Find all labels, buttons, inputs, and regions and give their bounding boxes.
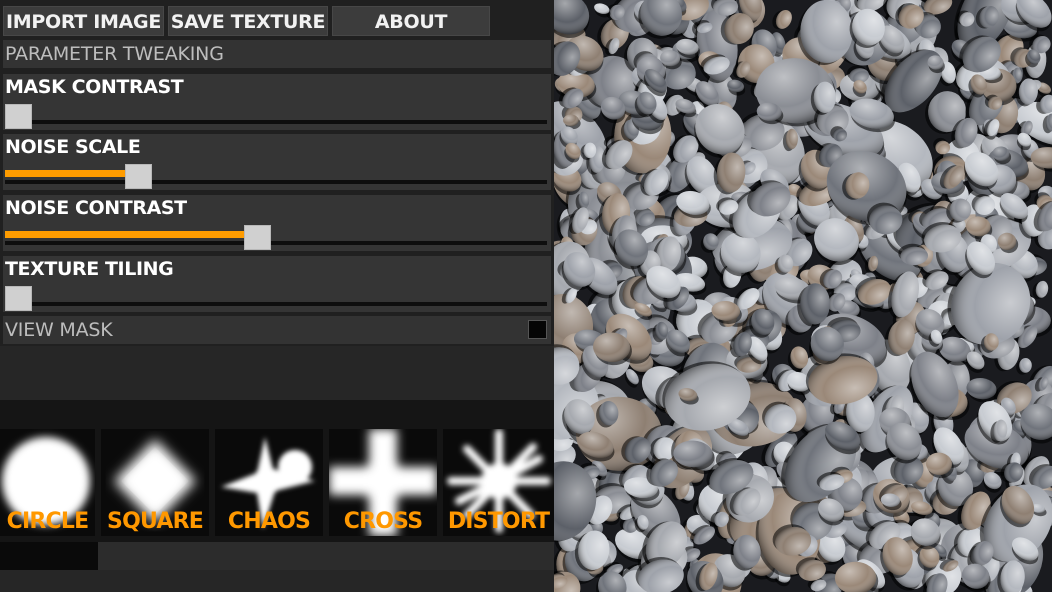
progress-bar-fill — [0, 542, 98, 570]
distort-shape-button[interactable]: DISTORT — [443, 429, 554, 536]
circle-shape-label: CIRCLE — [6, 509, 89, 534]
texture-tiling-label: TEXTURE TILING — [5, 258, 174, 280]
slider-track[interactable] — [5, 120, 547, 124]
parameter-tweaking-header: PARAMETER TWEAKING — [3, 40, 551, 68]
progress-bar — [0, 542, 554, 570]
distort-shape-label: DISTORT — [447, 509, 550, 534]
noise-contrast-slider[interactable]: NOISE CONTRAST — [3, 195, 551, 251]
texture-tiling-slider[interactable]: TEXTURE TILING — [3, 256, 551, 312]
slider-thumb[interactable] — [124, 164, 152, 189]
slider-fill — [5, 231, 247, 238]
noise-scale-label: NOISE SCALE — [5, 136, 141, 158]
noise-scale-slider[interactable]: NOISE SCALE — [3, 134, 551, 190]
texture-preview[interactable] — [554, 0, 1052, 592]
circle-shape-button[interactable]: CIRCLE — [0, 429, 95, 536]
import-image-button[interactable]: IMPORT IMAGE — [3, 6, 164, 36]
slider-track[interactable] — [5, 180, 547, 184]
cross-shape-label: CROSS — [343, 509, 423, 534]
chaos-shape-label: CHAOS — [227, 509, 311, 534]
view-mask-label: VIEW MASK — [5, 319, 113, 341]
slider-thumb[interactable] — [5, 286, 32, 311]
cross-shape-button[interactable]: CROSS — [329, 429, 437, 536]
slider-track[interactable] — [5, 302, 547, 306]
slider-thumb[interactable] — [244, 225, 272, 250]
pebble-texture-image — [554, 0, 1052, 592]
mask-shape-list: CIRCLE SQUARE CHAOS CROSS DISTORT — [0, 400, 554, 542]
slider-fill — [5, 170, 127, 177]
view-mask-row[interactable]: VIEW MASK — [3, 316, 551, 344]
panel-spacer — [0, 346, 554, 400]
bottom-strip — [0, 570, 554, 592]
noise-contrast-label: NOISE CONTRAST — [5, 197, 187, 219]
square-shape-button[interactable]: SQUARE — [101, 429, 209, 536]
save-texture-button[interactable]: SAVE TEXTURE — [168, 6, 328, 36]
mask-contrast-label: MASK CONTRAST — [5, 76, 184, 98]
slider-thumb[interactable] — [5, 104, 32, 129]
view-mask-checkbox[interactable] — [528, 320, 547, 339]
slider-track[interactable] — [5, 241, 547, 245]
chaos-shape-button[interactable]: CHAOS — [215, 429, 323, 536]
mask-contrast-slider[interactable]: MASK CONTRAST — [3, 74, 551, 130]
control-panel: IMPORT IMAGE SAVE TEXTURE ABOUT PARAMETE… — [0, 0, 554, 592]
square-shape-label: SQUARE — [107, 509, 204, 534]
about-button[interactable]: ABOUT — [332, 6, 490, 36]
